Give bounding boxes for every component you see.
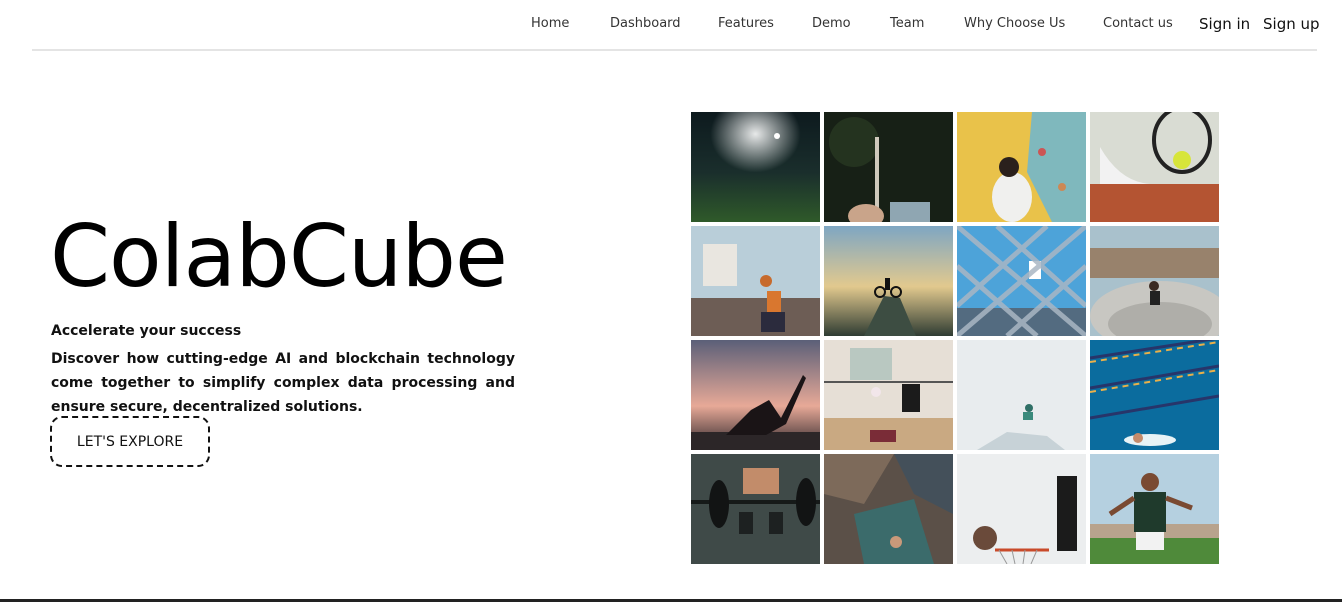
hero-description: Discover how cutting-edge AI and blockch… bbox=[51, 351, 515, 415]
sports-photo-grid bbox=[691, 112, 1219, 564]
hero-title: ColabCube bbox=[50, 207, 508, 307]
snowboard-jump-image bbox=[957, 340, 1086, 450]
nav-link-features[interactable]: Features bbox=[718, 16, 774, 31]
yoga-sunset-image bbox=[691, 340, 820, 450]
basketball-dunk-image bbox=[691, 226, 820, 336]
archery-image bbox=[824, 112, 953, 222]
bouldering-image bbox=[824, 454, 953, 564]
tennis-shoes-ball-image bbox=[1090, 112, 1219, 222]
top-navbar: Home Dashboard Features Demo Team Why Ch… bbox=[32, 0, 1320, 51]
rock-climbing-wall-image bbox=[957, 112, 1086, 222]
volleyball-game-image bbox=[824, 340, 953, 450]
mountain-biker-image bbox=[824, 226, 953, 336]
nav-link-why-choose-us[interactable]: Why Choose Us bbox=[964, 16, 1065, 31]
nav-link-home[interactable]: Home bbox=[531, 16, 569, 31]
nav-link-contact-us[interactable]: Contact us bbox=[1103, 16, 1173, 31]
sign-up-link[interactable]: Sign up bbox=[1263, 15, 1320, 33]
nav-link-team[interactable]: Team bbox=[890, 16, 924, 31]
nav-link-dashboard[interactable]: Dashboard bbox=[610, 16, 681, 31]
basketball-hoop-fence-image bbox=[957, 226, 1086, 336]
sign-in-link[interactable]: Sign in bbox=[1199, 15, 1250, 33]
nav-link-demo[interactable]: Demo bbox=[812, 16, 851, 31]
weightlifting-barbell-image bbox=[691, 454, 820, 564]
swimming-pool-image bbox=[1090, 340, 1219, 450]
skatepark-image bbox=[1090, 226, 1219, 336]
night-football-field-image bbox=[691, 112, 820, 222]
basketball-net-image bbox=[957, 454, 1086, 564]
explore-button[interactable]: LET'S EXPLORE bbox=[50, 416, 210, 467]
soccer-player-image bbox=[1090, 454, 1219, 564]
hero-tagline: Accelerate your success bbox=[51, 323, 242, 339]
